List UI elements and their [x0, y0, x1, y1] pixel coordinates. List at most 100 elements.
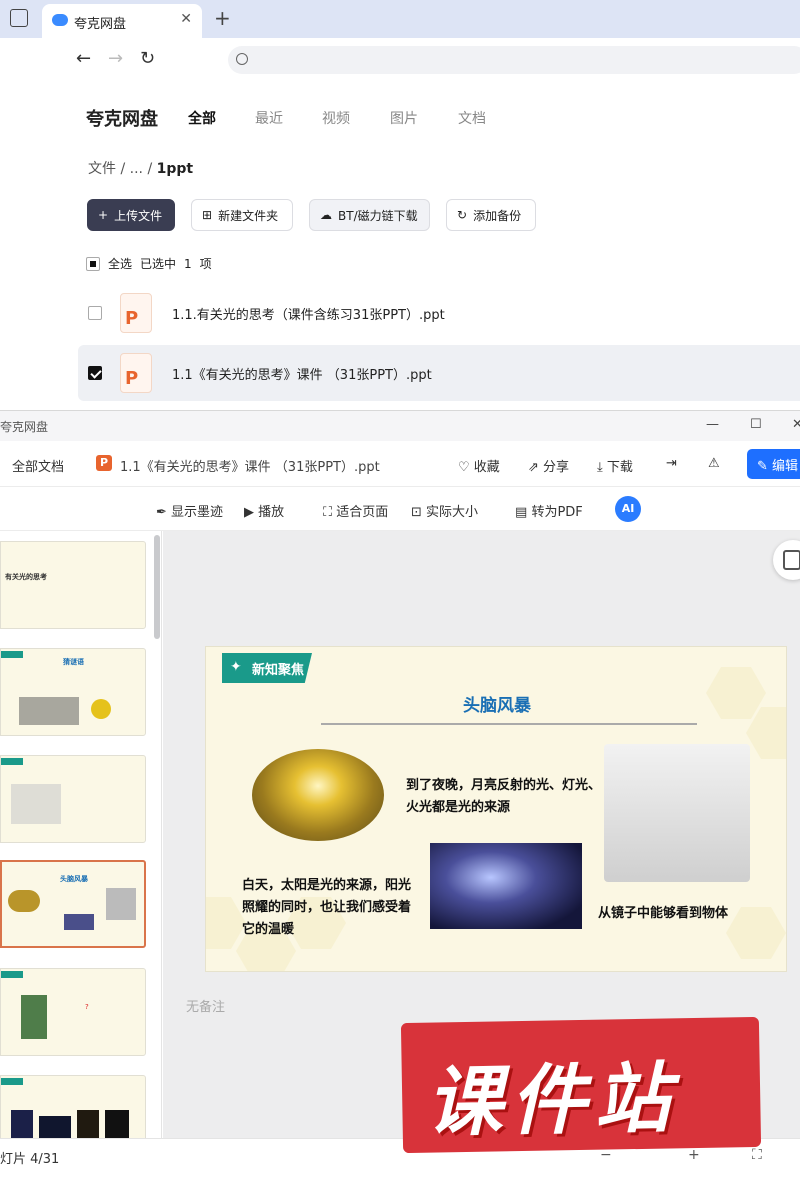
breadcrumb: 文件 / ... / 1ppt	[88, 158, 193, 178]
select-all-label: 全选	[108, 257, 133, 271]
title-underline	[321, 723, 697, 725]
tab-title: 夸克网盘	[74, 17, 127, 32]
badge-text: 新知聚焦	[252, 663, 305, 678]
edit-button[interactable]: ✎ 编辑	[747, 449, 800, 479]
to-pdf-button[interactable]: ▤ 转为PDF	[515, 501, 583, 520]
file-name[interactable]: 1.1.有关光的思考（课件含练习31张PPT）.ppt	[172, 304, 445, 323]
bt-download-button[interactable]: ☁ BT/磁力链下载	[309, 199, 430, 231]
bt-label: BT/磁力链下载	[338, 208, 418, 223]
file-name[interactable]: 1.1《有关光的思考》课件 （31张PPT）.ppt	[172, 364, 432, 383]
back-icon[interactable]: ←	[76, 48, 91, 69]
ai-button[interactable]: AI	[615, 496, 641, 522]
new-folder-label: 新建文件夹	[218, 208, 279, 223]
thumb-tag	[1, 651, 23, 658]
fit-page-button[interactable]: ⛶ 适合页面	[323, 501, 388, 520]
slide-thumb-2[interactable]: 猜谜语	[0, 648, 146, 736]
breadcrumb-sep: /	[147, 161, 153, 177]
slide-thumb-3[interactable]	[0, 755, 146, 843]
slide-thumbnails: 有关光的思考 猜谜语 头脑风暴 ?	[0, 531, 162, 1151]
ppt-letter: P	[125, 368, 139, 389]
thumb-image	[21, 995, 47, 1039]
play-label: 播放	[258, 505, 285, 520]
slide-notes: 无备注	[186, 1000, 226, 1015]
tab-images[interactable]: 图片	[390, 108, 418, 128]
edit-label: 编辑	[772, 459, 799, 474]
download-label: 下载	[606, 460, 633, 475]
thumb-image	[8, 890, 40, 912]
tab-search-icon[interactable]	[10, 9, 28, 27]
address-bar[interactable]	[228, 46, 800, 74]
upload-label: 上传文件	[114, 208, 163, 223]
report-icon[interactable]: ⚠	[708, 456, 720, 471]
actual-size-button[interactable]: ⊡ 实际大小	[411, 501, 478, 520]
sync-icon: ↻	[457, 208, 468, 222]
reload-icon[interactable]: ↻	[140, 48, 155, 69]
watermark-stamp: 课件站	[400, 1016, 762, 1154]
add-backup-button[interactable]: ↻ 添加备份	[446, 199, 536, 231]
select-all-checkbox[interactable]	[86, 256, 100, 271]
sunset-image	[252, 749, 384, 841]
breadcrumb-current: 1ppt	[156, 161, 194, 177]
play-button[interactable]: ▶ 播放	[244, 501, 284, 520]
close-window-icon[interactable]: ✕	[792, 417, 800, 432]
share-button[interactable]: ⇗ 分享	[528, 456, 569, 475]
minimize-icon[interactable]: —	[706, 417, 719, 432]
tab-all[interactable]: 全部	[188, 108, 216, 128]
tab-recent[interactable]: 最近	[255, 108, 283, 128]
pdf-scan-icon	[783, 550, 800, 570]
favorite-button[interactable]: ♡ 收藏	[458, 456, 500, 475]
ppt-file-icon: P	[120, 293, 152, 333]
breadcrumb-ellipsis[interactable]: ...	[130, 161, 143, 177]
all-docs-link[interactable]: 全部文档	[12, 456, 64, 475]
current-slide: 新知聚焦 ✦ 头脑风暴 到了夜晚，月亮反射的光、灯光、火光都是光的来源 白天，太…	[205, 646, 787, 972]
slide-text-night: 到了夜晚，月亮反射的光、灯光、火光都是光的来源	[406, 778, 602, 815]
zoom-in-icon[interactable]: +	[688, 1147, 700, 1163]
search-icon	[236, 53, 248, 65]
fullscreen-icon[interactable]: ⛶	[752, 1147, 762, 1163]
slide-text-day: 白天，太阳是光的来源，阳光照耀的同时，也让我们感受着它的温暖	[242, 878, 412, 937]
slide-thumb-5[interactable]: ?	[0, 968, 146, 1056]
slide-title: 头脑风暴	[463, 696, 531, 716]
cloud-icon	[52, 14, 68, 26]
export-icon[interactable]: ⇥	[666, 456, 677, 471]
thumbnail-scrollbar[interactable]	[154, 535, 160, 639]
close-tab-icon[interactable]: ✕	[180, 11, 192, 27]
slide-thumb-4-active[interactable]: 头脑风暴	[0, 860, 146, 948]
file-row-selected[interactable]: P 1.1《有关光的思考》课件 （31张PPT）.ppt	[78, 345, 800, 401]
forward-icon[interactable]: →	[108, 48, 123, 69]
breadcrumb-sep: /	[120, 161, 126, 177]
watermark-text: 课件站	[425, 1053, 680, 1147]
upload-button[interactable]: + 上传文件	[87, 199, 175, 231]
selected-unit: 项	[199, 257, 212, 271]
tab-video[interactable]: 视频	[322, 108, 350, 128]
new-tab-icon[interactable]: +	[214, 6, 231, 30]
thumb-title: 有关光的思考	[5, 573, 47, 581]
plus-icon: +	[98, 208, 109, 222]
slide-thumb-1[interactable]: 有关光的思考	[0, 541, 146, 629]
backup-label: 添加备份	[473, 208, 522, 223]
file-row[interactable]: P 1.1.有关光的思考（课件含练习31张PPT）.ppt	[78, 285, 800, 341]
download-button[interactable]: ⤓ 下载	[597, 456, 633, 475]
new-folder-button[interactable]: ⊞ 新建文件夹	[191, 199, 293, 231]
file-checkbox[interactable]	[88, 306, 102, 320]
app-logo[interactable]: 夸克网盘	[86, 105, 158, 131]
browser-nav-bar: ← → ↻	[0, 38, 800, 82]
play-icon: ▶	[244, 505, 254, 520]
feather-icon: ✒	[156, 505, 167, 520]
tab-docs[interactable]: 文档	[458, 108, 486, 128]
show-ink-button[interactable]: ✒ 显示墨迹	[156, 501, 223, 520]
thumb-title: 猜谜语	[63, 658, 84, 666]
thumb-image	[11, 1110, 33, 1140]
maximize-icon[interactable]: ☐	[750, 417, 762, 432]
file-checkbox[interactable]	[88, 366, 102, 380]
thumb-mark: ?	[85, 1003, 89, 1011]
pdf-label: 转为PDF	[531, 505, 583, 520]
fit-label: 适合页面	[336, 505, 389, 520]
thumb-tag	[1, 758, 23, 765]
breadcrumb-root[interactable]: 文件	[88, 161, 116, 177]
thumb-image	[11, 784, 61, 824]
actual-size-icon: ⊡	[411, 505, 422, 520]
viewer-title-bar: 夸克网盘 — ☐ ✕	[0, 411, 800, 441]
browser-tab[interactable]: 夸克网盘 ✕	[42, 4, 202, 38]
download-icon: ⤓	[597, 460, 603, 475]
